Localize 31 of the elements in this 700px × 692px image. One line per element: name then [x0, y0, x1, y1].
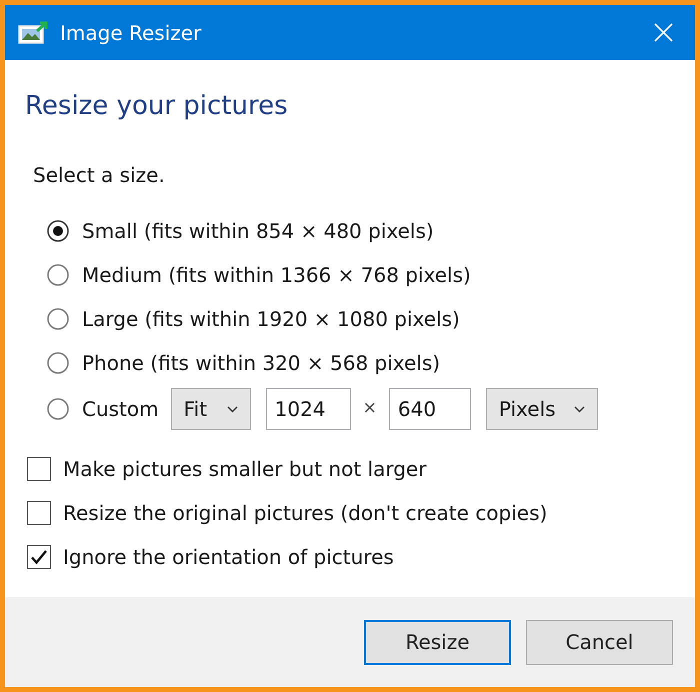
cancel-button[interactable]: Cancel: [526, 620, 673, 664]
checkbox-unchecked[interactable]: [27, 501, 51, 525]
fit-mode-dropdown[interactable]: Fit: [170, 388, 251, 430]
size-option-label[interactable]: Small (fits within 854 × 480 pixels): [82, 219, 434, 243]
option-label[interactable]: Make pictures smaller but not larger: [63, 457, 426, 481]
resize-button[interactable]: Resize: [364, 620, 511, 664]
picture-arrow-icon: [18, 20, 49, 44]
close-icon: [654, 23, 672, 42]
size-option-label[interactable]: Large (fits within 1920 × 1080 pixels): [82, 307, 460, 331]
height-field[interactable]: 640: [388, 388, 471, 430]
radio-unselected[interactable]: [47, 352, 69, 374]
chevron-down-icon: [226, 406, 238, 412]
checkbox-checked[interactable]: [27, 545, 51, 569]
dialog-heading: Resize your pictures: [25, 90, 288, 122]
times-sign: ×: [362, 397, 377, 420]
option-label[interactable]: Resize the original pictures (don't create copies): [63, 501, 548, 525]
size-option-label[interactable]: Custom: [82, 397, 159, 421]
window-title: Image Resizer: [60, 22, 202, 42]
size-prompt: Select a size.: [33, 163, 165, 187]
checkbox-unchecked[interactable]: [27, 457, 51, 481]
radio-unselected[interactable]: [47, 308, 69, 330]
unit-dropdown[interactable]: Pixels: [486, 388, 598, 430]
size-option-label[interactable]: Phone (fits within 320 × 568 pixels): [82, 351, 440, 375]
radio-selected[interactable]: [47, 220, 69, 242]
width-field[interactable]: 1024: [266, 388, 351, 430]
size-option-label[interactable]: Medium (fits within 1366 × 768 pixels): [82, 263, 471, 287]
chevron-down-icon: [574, 406, 585, 412]
radio-unselected[interactable]: [47, 264, 69, 286]
checkmark-icon: [30, 549, 48, 565]
option-label[interactable]: Ignore the orientation of pictures: [63, 545, 394, 569]
radio-unselected[interactable]: [47, 398, 69, 420]
